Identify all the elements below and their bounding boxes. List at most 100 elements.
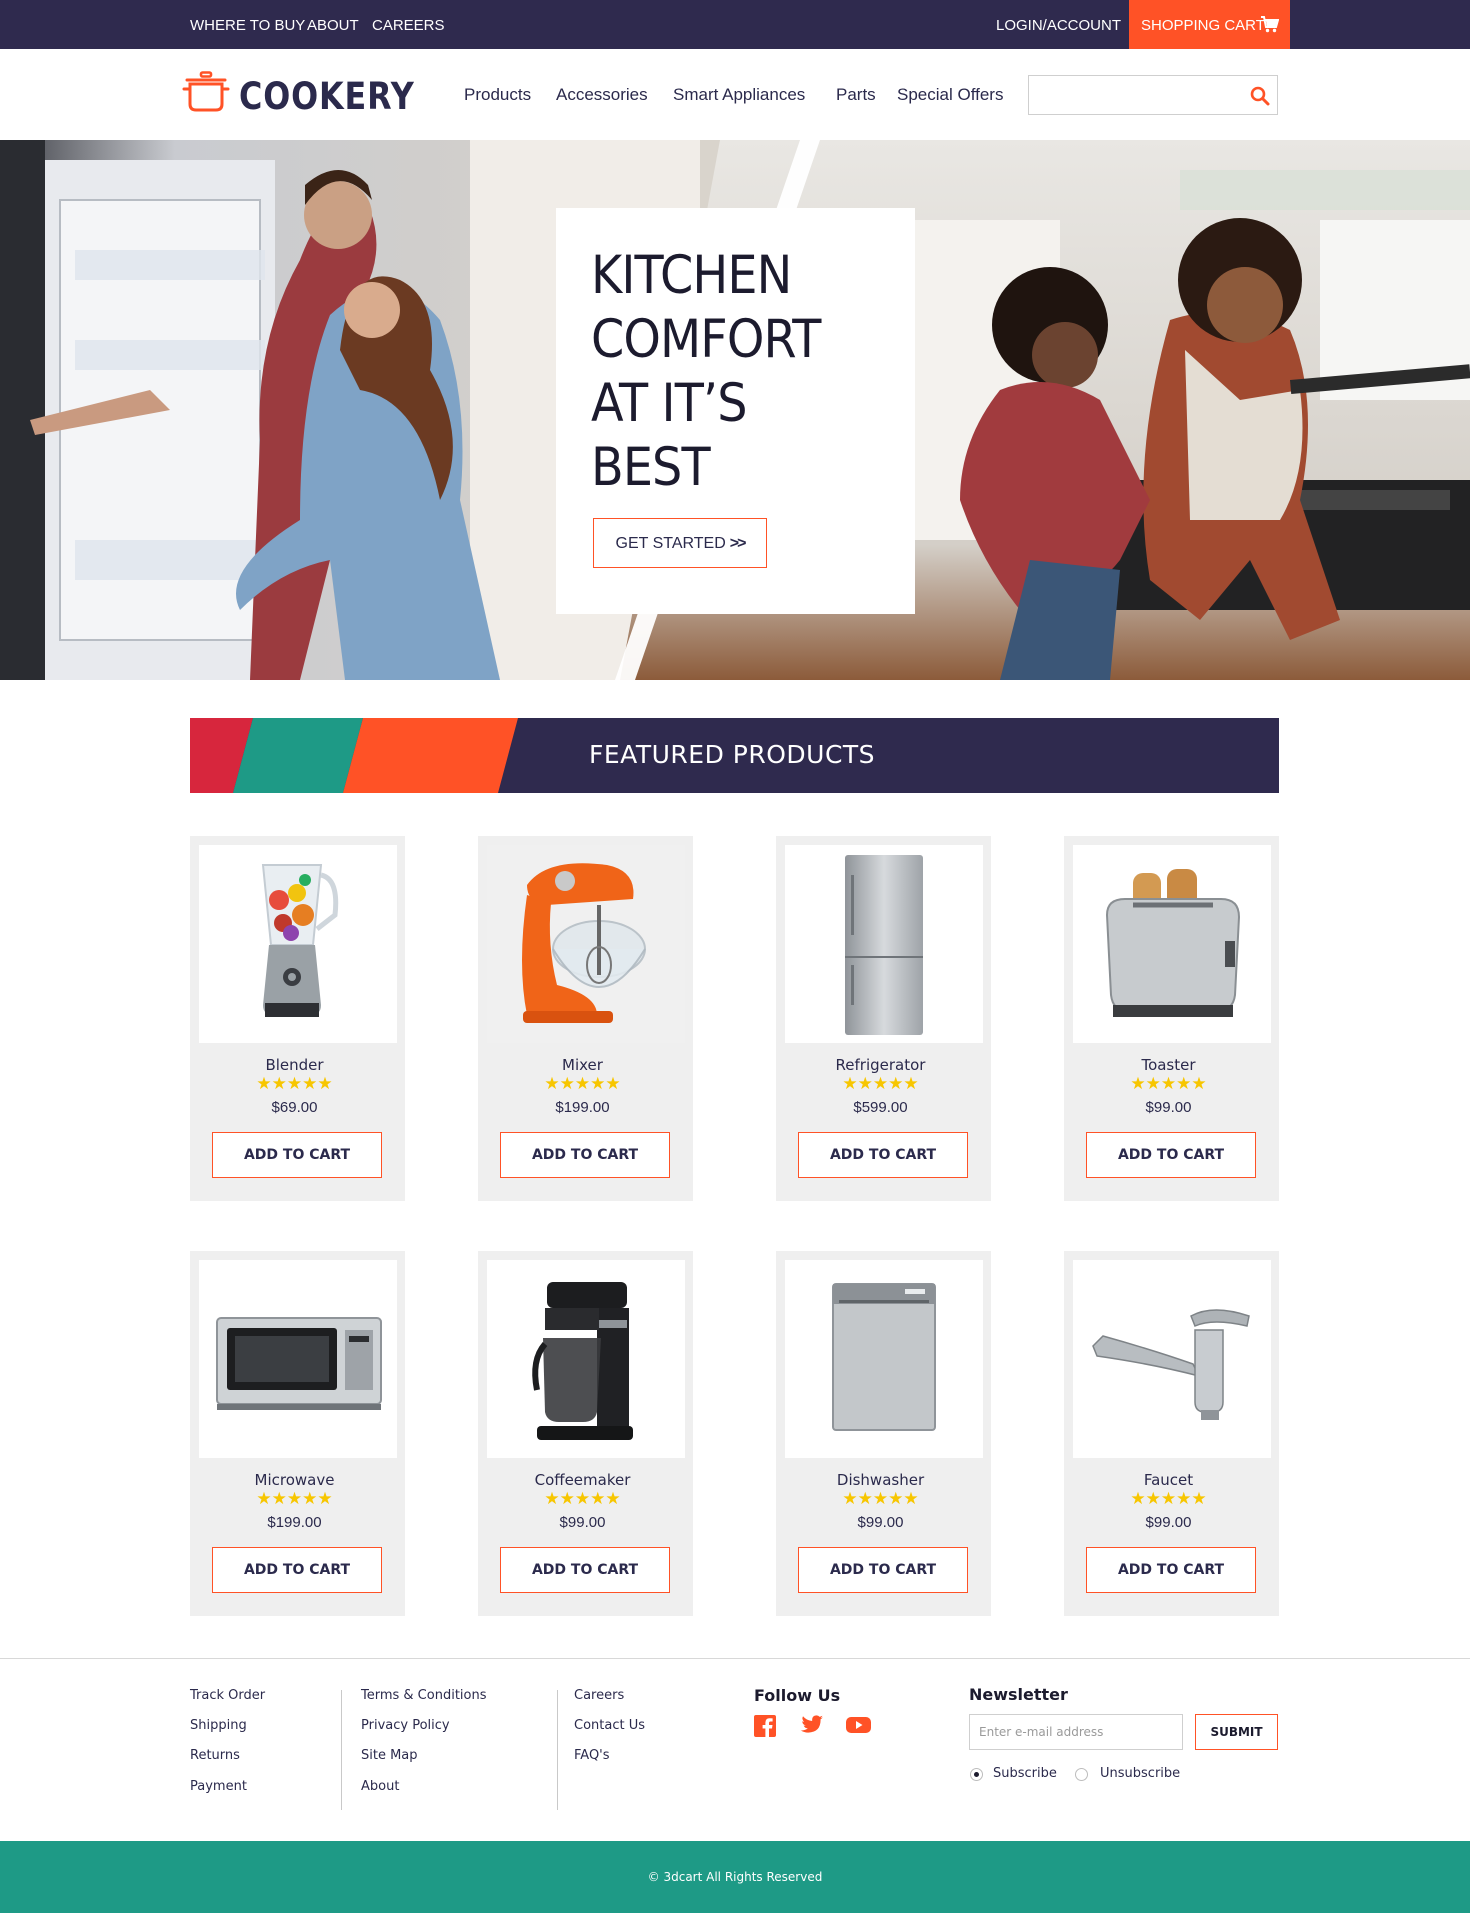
footer-link-privacy[interactable]: Privacy Policy (361, 1718, 450, 1733)
add-to-cart-button[interactable]: ADD TO CART (1086, 1547, 1256, 1593)
footer-link-payment[interactable]: Payment (190, 1779, 247, 1794)
rating-stars-icon: ★★★★★ (256, 1074, 333, 1093)
product-price: $199.00 (555, 1099, 610, 1116)
add-to-cart-button[interactable]: ADD TO CART (798, 1132, 968, 1178)
featured-products-banner: FEATURED PRODUCTS (190, 718, 1279, 793)
search-icon[interactable] (1250, 86, 1270, 106)
product-image-mixer[interactable] (487, 845, 685, 1043)
add-to-cart-button[interactable]: ADD TO CART (500, 1132, 670, 1178)
product-price: $99.00 (1145, 1514, 1192, 1531)
footer-link-faq[interactable]: FAQ's (574, 1748, 610, 1763)
product-card-faucet[interactable]: Faucet ★★★★★ $99.00 ADD TO CART (1064, 1251, 1279, 1616)
careers-link[interactable]: CAREERS (372, 0, 445, 49)
product-card-blender[interactable]: Blender ★★★★★ $69.00 ADD TO CART (190, 836, 405, 1201)
rating-stars-icon: ★★★★★ (1130, 1074, 1207, 1093)
footer-link-site-map[interactable]: Site Map (361, 1748, 418, 1763)
rating-stars-icon: ★★★★★ (1130, 1489, 1207, 1508)
logo-text: COOKERY (239, 75, 415, 118)
rating-stars-icon: ★★★★★ (256, 1489, 333, 1508)
featured-stripes-graphic (190, 718, 518, 793)
rating-stars-icon: ★★★★★ (544, 1489, 621, 1508)
hero-banner: KITCHEN COMFORT AT IT’S BEST GET STARTED… (0, 140, 1470, 680)
logo[interactable]: COOKERY (182, 71, 414, 121)
product-price: $599.00 (853, 1099, 908, 1116)
copyright-bar: © 3dcart All Rights Reserved (0, 1841, 1470, 1913)
add-to-cart-button[interactable]: ADD TO CART (212, 1547, 382, 1593)
product-card-microwave[interactable]: Microwave ★★★★★ $199.00 ADD TO CART (190, 1251, 405, 1616)
product-image-coffeemaker[interactable] (487, 1260, 685, 1458)
rating-stars-icon: ★★★★★ (842, 1074, 919, 1093)
unsubscribe-label: Unsubscribe (1100, 1766, 1181, 1781)
footer-link-returns[interactable]: Returns (190, 1748, 240, 1763)
product-image-dishwasher[interactable] (785, 1260, 983, 1458)
get-started-label: GET STARTED (615, 534, 726, 552)
footer-link-contact[interactable]: Contact Us (574, 1718, 645, 1733)
copyright-text: © 3dcart All Rights Reserved (647, 1870, 823, 1884)
footer-column-divider (557, 1690, 558, 1810)
product-price: $69.00 (271, 1099, 318, 1116)
shopping-cart-label: SHOPPING CART (1141, 17, 1265, 34)
product-price: $99.00 (1145, 1099, 1192, 1116)
product-price: $99.00 (559, 1514, 606, 1531)
get-started-button[interactable]: GET STARTED >> (593, 518, 767, 568)
where-to-buy-link[interactable]: WHERE TO BUY (190, 0, 305, 49)
login-account-link[interactable]: LOGIN/ACCOUNT (996, 0, 1121, 49)
product-name: Faucet (1143, 1471, 1194, 1489)
footer-link-about[interactable]: About (361, 1779, 399, 1794)
footer-divider (0, 1658, 1470, 1659)
top-utility-bar: WHERE TO BUY ABOUT CAREERS LOGIN/ACCOUNT… (0, 0, 1470, 49)
product-image-toaster[interactable] (1073, 845, 1271, 1043)
footer-link-careers[interactable]: Careers (574, 1688, 624, 1703)
product-card-coffeemaker[interactable]: Coffeemaker ★★★★★ $99.00 ADD TO CART (478, 1251, 693, 1616)
youtube-icon[interactable] (846, 1715, 871, 1735)
product-image-microwave[interactable] (199, 1260, 397, 1458)
add-to-cart-button[interactable]: ADD TO CART (500, 1547, 670, 1593)
product-name: Dishwasher (836, 1471, 925, 1489)
main-header: COOKERY Products Accessories Smart Appli… (0, 49, 1470, 140)
rating-stars-icon: ★★★★★ (842, 1489, 919, 1508)
footer-link-track-order[interactable]: Track Order (190, 1688, 265, 1703)
add-to-cart-button[interactable]: ADD TO CART (798, 1547, 968, 1593)
subscribe-label: Subscribe (993, 1766, 1057, 1781)
product-image-faucet[interactable] (1073, 1260, 1271, 1458)
product-name: Mixer (562, 1056, 603, 1074)
product-price: $99.00 (857, 1514, 904, 1531)
follow-us-heading: Follow Us (754, 1686, 841, 1705)
pot-icon (182, 71, 230, 112)
product-name: Refrigerator (835, 1056, 926, 1074)
add-to-cart-button[interactable]: ADD TO CART (212, 1132, 382, 1178)
newsletter-heading: Newsletter (969, 1685, 1068, 1704)
twitter-icon[interactable] (799, 1715, 823, 1735)
hero-title: KITCHEN COMFORT AT IT’S BEST (591, 245, 821, 498)
product-card-toaster[interactable]: Toaster ★★★★★ $99.00 ADD TO CART (1064, 836, 1279, 1201)
nav-products[interactable]: Products (464, 85, 531, 105)
featured-products-title: FEATURED PRODUCTS (589, 740, 876, 769)
footer-link-shipping[interactable]: Shipping (190, 1718, 247, 1733)
add-to-cart-button[interactable]: ADD TO CART (1086, 1132, 1256, 1178)
nav-parts[interactable]: Parts (836, 85, 876, 105)
nav-special-offers[interactable]: Special Offers (897, 85, 1003, 105)
product-image-blender[interactable] (199, 845, 397, 1043)
product-card-mixer[interactable]: Mixer ★★★★★ $199.00 ADD TO CART (478, 836, 693, 1201)
shopping-cart-icon (1261, 16, 1279, 33)
product-name: Toaster (1141, 1056, 1196, 1074)
product-name: Microwave (254, 1471, 335, 1489)
newsletter-submit-button[interactable]: SUBMIT (1195, 1714, 1278, 1750)
product-name: Coffeemaker (534, 1471, 631, 1489)
nav-accessories[interactable]: Accessories (556, 85, 648, 105)
search-box (1028, 75, 1278, 115)
newsletter-email-input[interactable] (969, 1714, 1183, 1750)
product-card-dishwasher[interactable]: Dishwasher ★★★★★ $99.00 ADD TO CART (776, 1251, 991, 1616)
nav-smart-appliances[interactable]: Smart Appliances (673, 85, 805, 105)
subscribe-radio[interactable] (970, 1768, 983, 1781)
product-image-refrigerator[interactable] (785, 845, 983, 1043)
about-link[interactable]: ABOUT (307, 0, 359, 49)
product-card-refrigerator[interactable]: Refrigerator ★★★★★ $599.00 ADD TO CART (776, 836, 991, 1201)
search-input[interactable] (1037, 82, 1237, 108)
shopping-cart-button[interactable]: SHOPPING CART (1129, 0, 1290, 49)
facebook-icon[interactable] (754, 1715, 776, 1737)
footer-link-terms[interactable]: Terms & Conditions (361, 1688, 487, 1703)
product-name: Blender (265, 1056, 324, 1074)
double-chevron-right-icon: >> (729, 534, 747, 552)
unsubscribe-radio[interactable] (1075, 1768, 1088, 1781)
